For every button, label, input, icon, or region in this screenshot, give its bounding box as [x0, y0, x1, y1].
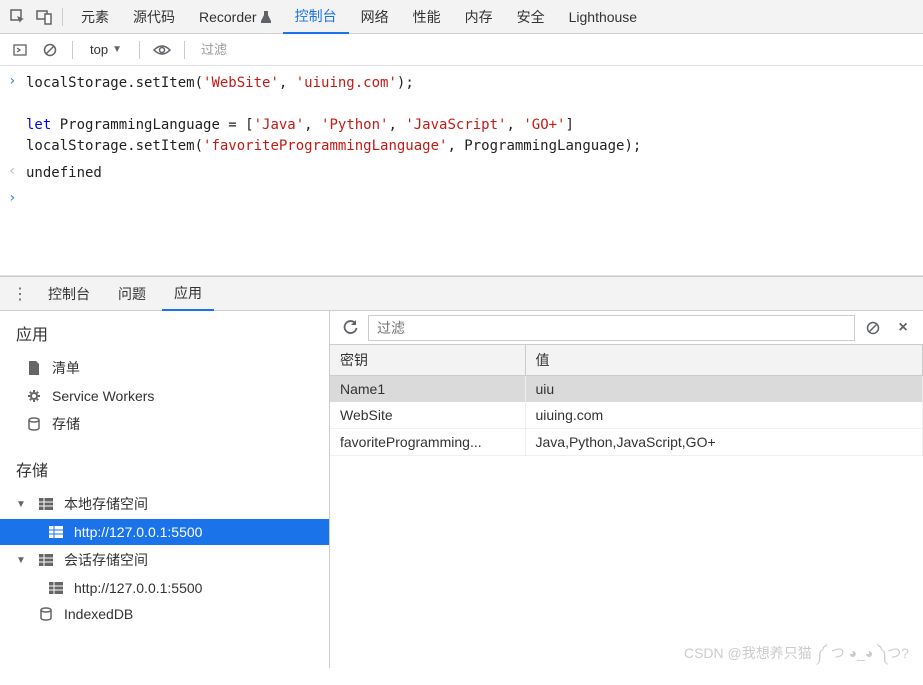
- storage-toolbar: ×: [330, 311, 923, 345]
- main-tab-group: 元素 源代码 Recorder 控制台 网络 性能 内存 安全 Lighthou…: [69, 0, 649, 33]
- console-input-line[interactable]: › localStorage.setItem('WebSite', 'uiuin…: [0, 70, 923, 160]
- section-storage: 存储: [0, 439, 329, 489]
- col-value[interactable]: 值: [525, 345, 923, 376]
- sidebar-item-session-storage[interactable]: ▼ 会话存储空间: [0, 545, 329, 575]
- storage-table: 密钥 值 Name1 uiu WebSite uiuing.com favori…: [330, 345, 923, 456]
- drawer-tab-issues[interactable]: 问题: [106, 278, 158, 310]
- storage-grid-icon: [38, 498, 54, 510]
- storage-filter-input[interactable]: [368, 315, 855, 341]
- clear-all-icon[interactable]: [861, 316, 885, 340]
- watermark: CSDN @我想养只猫 ༼ つ ◕_◕ ༽つ?: [684, 637, 909, 677]
- drawer-body: 应用 清单 Service Workers 存储 存储 ▼ 本地存储空间: [0, 311, 923, 668]
- cell-key: Name1: [330, 376, 525, 403]
- sidebar-item-storage-overview[interactable]: 存储: [0, 409, 329, 439]
- device-toggle-icon[interactable]: [32, 5, 56, 29]
- table-row[interactable]: WebSite uiuing.com: [330, 402, 923, 429]
- sidebar-item-local-origin[interactable]: http://127.0.0.1:5500: [0, 519, 329, 545]
- console-toolbar: top ▼: [0, 34, 923, 66]
- sidebar-item-session-origin[interactable]: http://127.0.0.1:5500: [0, 575, 329, 601]
- drawer-tab-application[interactable]: 应用: [162, 277, 214, 311]
- sidebar-item-service-workers[interactable]: Service Workers: [0, 383, 329, 409]
- refresh-icon[interactable]: [338, 316, 362, 340]
- tab-lighthouse[interactable]: Lighthouse: [557, 3, 650, 31]
- cell-key: WebSite: [330, 402, 525, 429]
- console-sidebar-toggle-icon[interactable]: [8, 38, 32, 62]
- clear-console-icon[interactable]: [38, 38, 62, 62]
- separator: [184, 41, 185, 59]
- live-expression-icon[interactable]: [150, 38, 174, 62]
- result-icon: ‹: [8, 163, 26, 179]
- cell-key: favoriteProgramming...: [330, 429, 525, 456]
- section-application: 应用: [0, 311, 329, 353]
- tab-console[interactable]: 控制台: [283, 0, 349, 34]
- tab-network[interactable]: 网络: [349, 1, 401, 33]
- label: 清单: [52, 358, 80, 378]
- label: Service Workers: [52, 388, 154, 404]
- inspect-icon[interactable]: [6, 5, 30, 29]
- drawer: ⋮ 控制台 问题 应用 应用 清单 Service Workers 存储 存储 …: [0, 276, 923, 668]
- beaker-icon: [261, 11, 271, 23]
- label: 会话存储空间: [64, 550, 148, 570]
- sidebar-item-manifest[interactable]: 清单: [0, 353, 329, 383]
- gear-icon: [26, 389, 42, 403]
- database-icon: [26, 417, 42, 431]
- label: http://127.0.0.1:5500: [74, 580, 202, 596]
- chevron-down-icon: ▼: [16, 499, 28, 510]
- database-icon: [38, 607, 54, 621]
- table-row[interactable]: favoriteProgramming... Java,Python,JavaS…: [330, 429, 923, 456]
- file-icon: [26, 361, 42, 375]
- label: http://127.0.0.1:5500: [74, 524, 202, 540]
- sidebar-item-indexeddb[interactable]: IndexedDB: [0, 601, 329, 627]
- prompt-icon: ›: [8, 73, 26, 89]
- tab-security[interactable]: 安全: [505, 1, 557, 33]
- storage-grid-icon: [48, 582, 64, 594]
- application-sidebar: 应用 清单 Service Workers 存储 存储 ▼ 本地存储空间: [0, 311, 330, 668]
- storage-grid-icon: [38, 554, 54, 566]
- storage-panel: × 密钥 值 Name1 uiu WebSite uiuing.: [330, 311, 923, 668]
- console-prompt-empty[interactable]: ›: [0, 187, 923, 209]
- chevron-down-icon: ▼: [16, 555, 28, 566]
- devtools-main-toolbar: 元素 源代码 Recorder 控制台 网络 性能 内存 安全 Lighthou…: [0, 0, 923, 34]
- tab-elements[interactable]: 元素: [69, 1, 121, 33]
- label: IndexedDB: [64, 606, 133, 622]
- console-result-line: ‹ undefined: [0, 160, 923, 187]
- sidebar-item-local-storage[interactable]: ▼ 本地存储空间: [0, 489, 329, 519]
- execution-context-selector[interactable]: top ▼: [83, 39, 129, 60]
- cell-value: uiu: [525, 376, 923, 403]
- col-key[interactable]: 密钥: [330, 345, 525, 376]
- storage-grid-icon: [48, 526, 64, 538]
- drawer-menu-icon[interactable]: ⋮: [8, 282, 32, 306]
- tab-recorder-label: Recorder: [199, 9, 257, 25]
- console-output: › localStorage.setItem('WebSite', 'uiuin…: [0, 66, 923, 276]
- prompt-icon: ›: [8, 190, 26, 206]
- drawer-tabs: ⋮ 控制台 问题 应用: [0, 277, 923, 311]
- label: 存储: [52, 414, 80, 434]
- table-row[interactable]: Name1 uiu: [330, 376, 923, 403]
- tab-recorder[interactable]: Recorder: [187, 3, 283, 31]
- drawer-tab-console[interactable]: 控制台: [36, 278, 102, 310]
- console-filter-input[interactable]: [195, 38, 915, 61]
- delete-entry-icon[interactable]: ×: [891, 316, 915, 340]
- scope-label: top: [90, 42, 108, 57]
- separator: [139, 41, 140, 59]
- chevron-down-icon: ▼: [112, 44, 122, 55]
- tab-performance[interactable]: 性能: [401, 1, 453, 33]
- separator: [72, 41, 73, 59]
- tab-memory[interactable]: 内存: [453, 1, 505, 33]
- tab-sources[interactable]: 源代码: [121, 1, 187, 33]
- cell-value: Java,Python,JavaScript,GO+: [525, 429, 923, 456]
- separator: [62, 8, 63, 26]
- label: 本地存储空间: [64, 494, 148, 514]
- cell-value: uiuing.com: [525, 402, 923, 429]
